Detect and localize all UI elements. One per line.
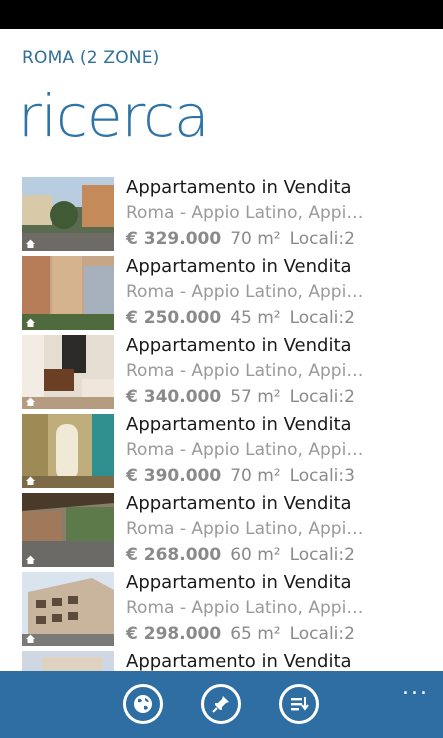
globe-icon	[134, 695, 152, 713]
listing-photo	[22, 177, 114, 251]
listing-area: 57 m²	[230, 387, 281, 407]
list-sort-icon	[291, 697, 309, 711]
listing-photo	[22, 256, 114, 330]
page-subtitle: ROMA (2 ZONE)	[22, 48, 160, 68]
list-sort-button[interactable]	[279, 684, 319, 724]
listing-area: 70 m²	[230, 466, 281, 486]
listing-rooms: Locali:2	[289, 545, 355, 565]
listing-photo	[22, 414, 114, 488]
listing-price: € 329.000	[126, 229, 222, 249]
listing-item[interactable]: Appartamento in Vendita Roma - Appio Lat…	[22, 335, 443, 414]
listing-rooms: Locali:2	[289, 387, 355, 407]
listing-rooms: Locali:3	[289, 466, 355, 486]
listing-price: € 298.000	[126, 624, 222, 644]
more-options-button[interactable]: ...	[402, 675, 429, 700]
pin-icon	[212, 696, 229, 713]
listing-area: 70 m²	[230, 229, 281, 249]
listing-price: € 340.000	[126, 387, 222, 407]
listing-meta: € 250.000 45 m² Locali:2	[126, 308, 355, 328]
listing-photo	[22, 572, 114, 646]
listing-photo	[22, 493, 114, 567]
listing-item[interactable]: Appartamento in Vendita Roma - Appio Lat…	[22, 493, 443, 572]
listing-photo	[22, 651, 114, 671]
listing-address: Roma - Appio Latino, Appia...	[126, 519, 364, 539]
listing-title: Appartamento in Vendita	[126, 572, 352, 593]
listing-meta: € 340.000 57 m² Locali:2	[126, 387, 355, 407]
listing-meta: € 298.000 65 m² Locali:2	[126, 624, 355, 644]
page-title: ricerca	[18, 82, 210, 150]
listing-address: Roma - Appio Latino, Appia...	[126, 361, 364, 381]
listing-title: Appartamento in Vendita	[126, 493, 352, 514]
listing-title: Appartamento in Vendita	[126, 651, 352, 671]
listing-item[interactable]: Appartamento in Vendita Roma - Appio Lat…	[22, 177, 443, 256]
listing-address: Roma - Appio Latino, Appia...	[126, 282, 364, 302]
application-bar: ...	[0, 671, 443, 738]
listing-item[interactable]: Appartamento in Vendita Roma - Appio Lat…	[22, 256, 443, 335]
listing-item[interactable]: Appartamento in Vendita Roma - Appio Lat…	[22, 572, 443, 651]
listing-title: Appartamento in Vendita	[126, 256, 352, 277]
listing-area: 45 m²	[230, 308, 281, 328]
listing-meta: € 390.000 70 m² Locali:3	[126, 466, 355, 486]
listing-address: Roma - Appio Latino, Appia...	[126, 598, 364, 618]
listing-item[interactable]: Appartamento in Vendita Roma - Appio Lat…	[22, 414, 443, 493]
listing-price: € 390.000	[126, 466, 222, 486]
listing-address: Roma - Appio Latino, Appia...	[126, 203, 364, 223]
listing-title: Appartamento in Vendita	[126, 335, 352, 356]
listing-address: Roma - Appio Latino, Appia...	[126, 440, 364, 460]
listing-meta: € 268.000 60 m² Locali:2	[126, 545, 355, 565]
listing-title: Appartamento in Vendita	[126, 177, 352, 198]
listing-title: Appartamento in Vendita	[126, 414, 352, 435]
listing-price: € 250.000	[126, 308, 222, 328]
listing-area: 60 m²	[230, 545, 281, 565]
listing-rooms: Locali:2	[289, 308, 355, 328]
listing-price: € 268.000	[126, 545, 222, 565]
globe-button[interactable]	[123, 684, 163, 724]
listing-meta: € 329.000 70 m² Locali:2	[126, 229, 355, 249]
listing-area: 65 m²	[230, 624, 281, 644]
listing-item[interactable]: Appartamento in Vendita	[22, 651, 443, 671]
listing-list[interactable]: Appartamento in Vendita Roma - Appio Lat…	[22, 177, 443, 671]
system-status-bar	[0, 0, 443, 29]
listing-rooms: Locali:2	[289, 624, 355, 644]
listing-rooms: Locali:2	[289, 229, 355, 249]
listing-photo	[22, 335, 114, 409]
pin-button[interactable]	[201, 684, 241, 724]
